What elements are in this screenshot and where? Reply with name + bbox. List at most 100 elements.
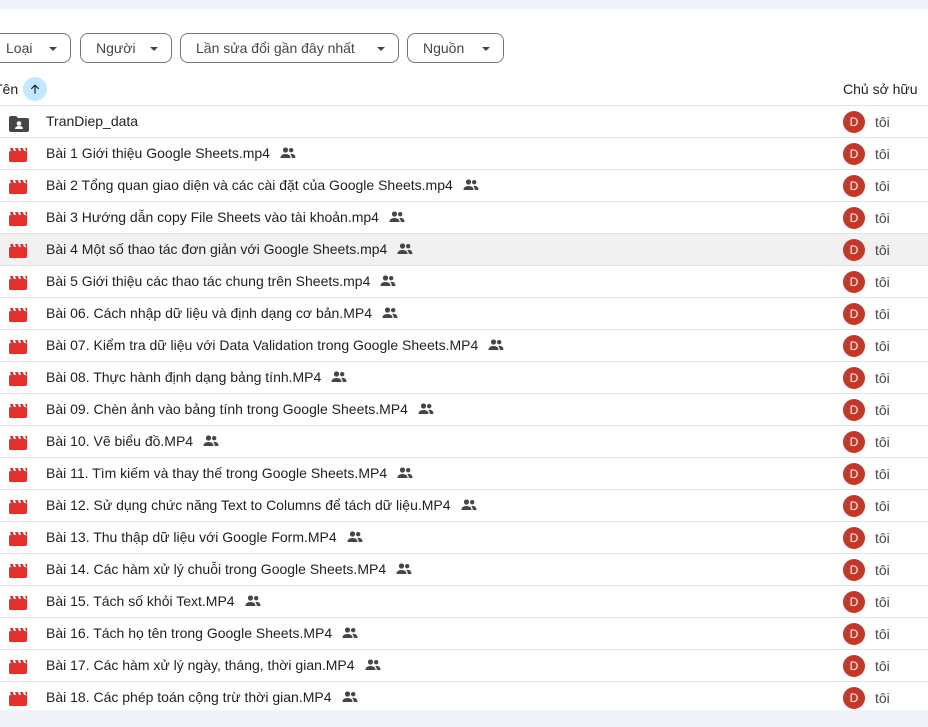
video-file-icon [9, 436, 27, 455]
file-name-cell: Bài 09. Chèn ảnh vào bảng tính trong Goo… [46, 401, 434, 417]
video-file-icon [9, 244, 27, 263]
shared-people-icon [488, 339, 504, 351]
owner-avatar: D [843, 399, 865, 421]
owner-avatar: D [843, 303, 865, 325]
owner-name: tôi [875, 658, 890, 674]
file-row[interactable]: Bài 3 Hướng dẫn copy File Sheets vào tài… [0, 201, 928, 233]
file-row[interactable]: Bài 07. Kiểm tra dữ liệu với Data Valida… [0, 329, 928, 361]
owner-avatar: D [843, 623, 865, 645]
owner-avatar: D [843, 111, 865, 133]
owner-avatar: D [843, 527, 865, 549]
shared-people-icon [396, 563, 412, 575]
filter-source-chip[interactable]: Nguồn [407, 33, 504, 63]
file-name-cell: Bài 06. Cách nhập dữ liệu và định dạng c… [46, 305, 398, 321]
owner-name: tôi [875, 338, 890, 354]
file-name-cell: Bài 12. Sử dụng chức năng Text to Column… [46, 497, 477, 513]
file-name-cell: Bài 16. Tách họ tên trong Google Sheets.… [46, 625, 358, 641]
video-file-icon [9, 308, 27, 327]
file-row[interactable]: Bài 1 Giới thiệu Google Sheets.mp4 Dtôi [0, 137, 928, 169]
owner-name: tôi [875, 402, 890, 418]
owner-name: tôi [875, 114, 890, 130]
file-row[interactable]: Bài 08. Thực hành định dạng bảng tính.MP… [0, 361, 928, 393]
shared-people-icon [389, 211, 405, 223]
owner-name: tôi [875, 530, 890, 546]
shared-people-icon [280, 147, 296, 159]
video-file-icon [9, 564, 27, 583]
shared-people-icon [365, 659, 381, 671]
shared-people-icon [461, 499, 477, 511]
file-row[interactable]: Bài 5 Giới thiệu các thao tác chung trên… [0, 265, 928, 297]
file-name-cell: Bài 5 Giới thiệu các thao tác chung trên… [46, 273, 396, 289]
file-row[interactable]: Bài 18. Các phép toán cộng trừ thời gian… [0, 681, 928, 710]
file-row[interactable]: Bài 16. Tách họ tên trong Google Sheets.… [0, 617, 928, 649]
file-name: Bài 5 Giới thiệu các thao tác chung trên… [46, 273, 371, 289]
file-row[interactable]: Bài 06. Cách nhập dữ liệu và định dạng c… [0, 297, 928, 329]
owner-name: tôi [875, 210, 890, 226]
filter-type-chip[interactable]: Loại [0, 33, 71, 63]
file-row[interactable]: Bài 15. Tách số khỏi Text.MP4 Dtôi [0, 585, 928, 617]
owner-name: tôi [875, 146, 890, 162]
file-name-cell: Bài 1 Giới thiệu Google Sheets.mp4 [46, 145, 296, 161]
file-name: Bài 3 Hướng dẫn copy File Sheets vào tài… [46, 209, 379, 225]
file-name: Bài 4 Một số thao tác đơn giản với Googl… [46, 241, 388, 257]
column-header-owner[interactable]: Chủ sở hữu [843, 81, 918, 97]
file-name: Bài 10. Vẽ biểu đồ.MP4 [46, 433, 194, 449]
owner-name: tôi [875, 690, 890, 706]
owner-avatar: D [843, 687, 865, 709]
file-row[interactable]: Bài 14. Các hàm xử lý chuỗi trong Google… [0, 553, 928, 585]
owner-avatar: D [843, 175, 865, 197]
video-file-icon [9, 692, 27, 710]
file-name: Bài 17. Các hàm xử lý ngày, tháng, thời … [46, 657, 355, 673]
file-name-cell: Bài 14. Các hàm xử lý chuỗi trong Google… [46, 561, 412, 577]
filter-modified-chip[interactable]: Lần sửa đổi gần đây nhất [180, 33, 399, 63]
file-name: Bài 13. Thu thập dữ liệu với Google Form… [46, 529, 337, 545]
shared-people-icon [397, 467, 413, 479]
file-row[interactable]: Bài 4 Một số thao tác đơn giản với Googl… [0, 233, 928, 265]
owner-avatar: D [843, 495, 865, 517]
file-row[interactable]: Bài 11. Tìm kiếm và thay thế trong Googl… [0, 457, 928, 489]
owner-avatar: D [843, 431, 865, 453]
owner-name: tôi [875, 370, 890, 386]
file-row[interactable]: Bài 09. Chèn ảnh vào bảng tính trong Goo… [0, 393, 928, 425]
video-file-icon [9, 660, 27, 679]
sort-direction-button[interactable] [23, 77, 47, 101]
owner-name: tôi [875, 274, 890, 290]
file-name-cell: Bài 07. Kiểm tra dữ liệu với Data Valida… [46, 337, 504, 353]
owner-name: tôi [875, 434, 890, 450]
file-name: Bài 09. Chèn ảnh vào bảng tính trong Goo… [46, 401, 408, 417]
file-name-cell: Bài 08. Thực hành định dạng bảng tính.MP… [46, 369, 347, 385]
file-row[interactable]: Bài 17. Các hàm xử lý ngày, tháng, thời … [0, 649, 928, 681]
owner-avatar: D [843, 207, 865, 229]
video-file-icon [9, 532, 27, 551]
file-name-cell: Bài 15. Tách số khỏi Text.MP4 [46, 593, 261, 609]
owner-name: tôi [875, 594, 890, 610]
file-name: Bài 15. Tách số khỏi Text.MP4 [46, 593, 235, 609]
owner-name: tôi [875, 562, 890, 578]
column-header-name[interactable]: Tên [0, 81, 18, 97]
video-file-icon [9, 628, 27, 647]
filter-people-label: Người [96, 40, 136, 56]
file-row[interactable]: Bài 2 Tổng quan giao diện và các cài đặt… [0, 169, 928, 201]
file-name-cell: Bài 2 Tổng quan giao diện và các cài đặt… [46, 177, 479, 193]
file-name: Bài 12. Sử dụng chức năng Text to Column… [46, 497, 451, 513]
chevron-down-icon [377, 47, 385, 51]
list-header: Tên Chủ sở hữu [0, 77, 928, 105]
shared-folder-icon [9, 116, 29, 137]
shared-people-icon [380, 275, 396, 287]
file-row[interactable]: Bài 13. Thu thập dữ liệu với Google Form… [0, 521, 928, 553]
filter-source-label: Nguồn [423, 40, 465, 56]
filter-type-label: Loại [6, 40, 33, 56]
file-name: Bài 14. Các hàm xử lý chuỗi trong Google… [46, 561, 387, 577]
file-name-cell: TranDiep_data [46, 113, 138, 129]
filter-people-chip[interactable]: Người [80, 33, 172, 63]
file-name: Bài 11. Tìm kiếm và thay thế trong Googl… [46, 465, 388, 481]
file-row[interactable]: Bài 12. Sử dụng chức năng Text to Column… [0, 489, 928, 521]
file-name: Bài 08. Thực hành định dạng bảng tính.MP… [46, 369, 322, 385]
owner-name: tôi [875, 626, 890, 642]
shared-people-icon [203, 435, 219, 447]
file-row[interactable]: Bài 10. Vẽ biểu đồ.MP4 Dtôi [0, 425, 928, 457]
file-name: Bài 18. Các phép toán cộng trừ thời gian… [46, 689, 332, 705]
file-row[interactable]: TranDiep_data Dtôi [0, 105, 928, 137]
file-name: Bài 1 Giới thiệu Google Sheets.mp4 [46, 145, 270, 161]
owner-avatar: D [843, 143, 865, 165]
